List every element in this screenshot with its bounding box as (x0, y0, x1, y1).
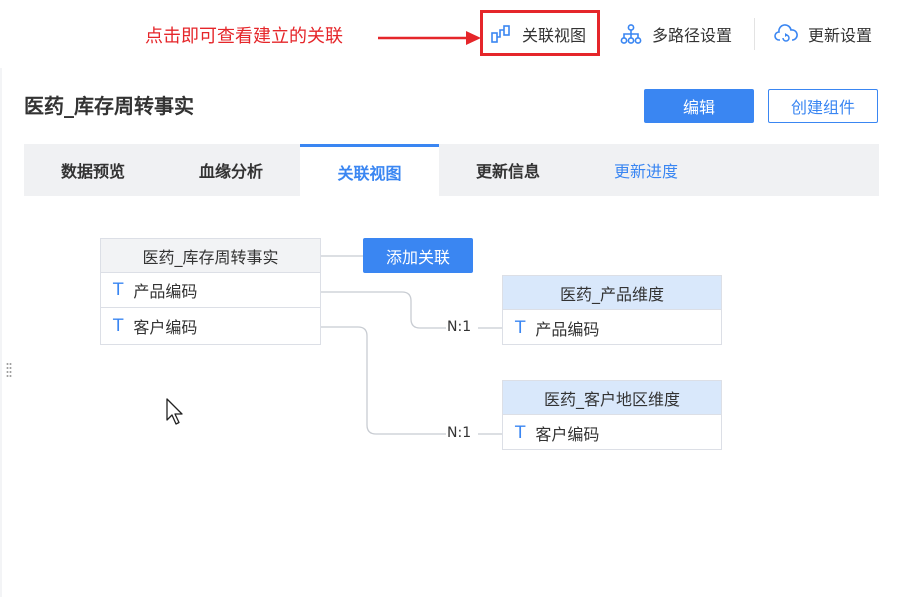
multipath-settings-label: 多路径设置 (652, 26, 733, 45)
related-table-name: 医药_产品维度 (503, 276, 721, 310)
main-table-field-row[interactable]: T 客户编码 (101, 308, 320, 343)
top-toolbar: 点击即可查看建立的关联 关联视图 多路径设置 更新设置 (0, 0, 900, 68)
relation-view-button[interactable]: 关联视图 (490, 18, 586, 50)
mouse-cursor-icon (166, 398, 183, 425)
tab-bar: 数据预览 血缘分析 关联视图 更新信息 更新进度 (24, 144, 879, 196)
tab-data-preview[interactable]: 数据预览 (24, 144, 162, 196)
main-table-field-row[interactable]: T 产品编码 (101, 273, 320, 308)
tab-update-progress[interactable]: 更新进度 (577, 144, 715, 196)
page-title: 医药_库存周转事实 (24, 94, 194, 118)
field-name: 产品编码 (133, 282, 198, 301)
edit-button[interactable]: 编辑 (644, 89, 754, 123)
field-name: 客户编码 (535, 424, 600, 444)
hierarchy-icon (620, 24, 642, 44)
text-type-icon: T (515, 422, 526, 443)
multipath-settings-button[interactable]: 多路径设置 (620, 18, 732, 50)
update-settings-button[interactable]: 更新设置 (774, 18, 872, 50)
annotation-arrow (378, 31, 481, 45)
text-type-icon: T (113, 280, 124, 300)
tab-update-info[interactable]: 更新信息 (439, 144, 577, 196)
related-table-card[interactable]: 医药_客户地区维度 T 客户编码 (502, 380, 722, 450)
relation-view-label: 关联视图 (522, 26, 587, 45)
relation-view-icon (491, 25, 510, 43)
text-type-icon: T (113, 315, 124, 336)
relation-cardinality-label: N:1 (447, 319, 472, 335)
relation-cardinality-label: N:1 (447, 425, 472, 441)
main-table-name: 医药_库存周转事实 (101, 239, 320, 273)
related-table-field-row[interactable]: T 客户编码 (503, 415, 721, 450)
main-table-card[interactable]: 医药_库存周转事实 T 产品编码 T 客户编码 (100, 238, 321, 345)
cloud-refresh-icon (774, 24, 798, 42)
field-name: 产品编码 (535, 319, 600, 339)
annotation-text: 点击即可查看建立的关联 (145, 26, 343, 47)
related-table-card[interactable]: 医药_产品维度 T 产品编码 (502, 275, 722, 345)
text-type-icon: T (515, 317, 526, 338)
related-table-name: 医药_客户地区维度 (503, 381, 721, 415)
update-settings-label: 更新设置 (808, 26, 873, 45)
tab-relation-view[interactable]: 关联视图 (300, 144, 439, 196)
create-component-button[interactable]: 创建组件 (768, 89, 878, 123)
toolbar-divider (754, 18, 755, 50)
add-relation-button[interactable]: 添加关联 (363, 238, 473, 273)
field-name: 客户编码 (133, 317, 198, 337)
tab-lineage-analysis[interactable]: 血缘分析 (162, 144, 300, 196)
drag-handle-icon[interactable] (6, 362, 12, 380)
related-table-field-row[interactable]: T 产品编码 (503, 310, 721, 345)
